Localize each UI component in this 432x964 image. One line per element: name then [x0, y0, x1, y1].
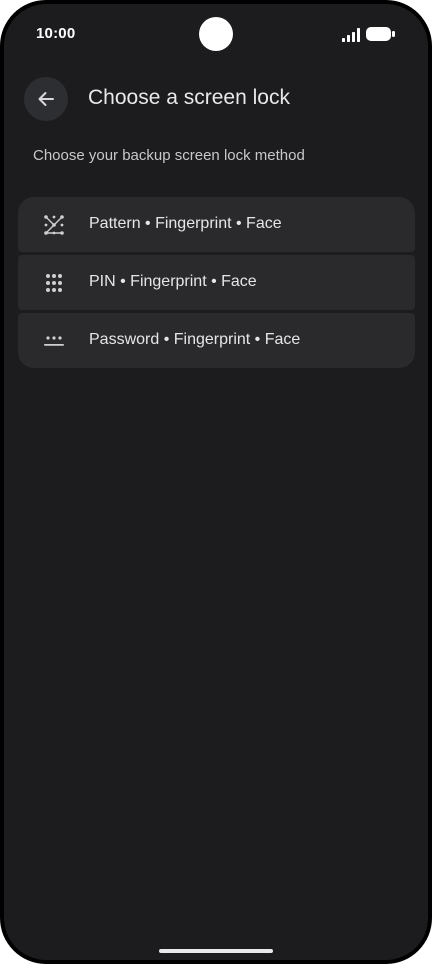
home-indicator[interactable]	[159, 949, 273, 953]
camera-cutout	[199, 17, 233, 51]
pattern-icon	[44, 215, 64, 235]
status-bar: 10:00	[4, 4, 428, 64]
battery-full-icon	[366, 27, 395, 41]
cellular-signal-icon	[342, 28, 360, 42]
option-pin-label: PIN • Fingerprint • Face	[89, 273, 257, 290]
phone-frame: 10:00 Choose a screen lock Choose your b…	[0, 0, 432, 964]
option-pattern[interactable]: Pattern • Fingerprint • Face	[18, 197, 415, 252]
page-subtitle: Choose your backup screen lock method	[33, 147, 305, 164]
arrow-left-icon	[38, 92, 54, 106]
screen-lock-options: Pattern • Fingerprint • Face PIN • Finge…	[18, 197, 415, 371]
screen: 10:00 Choose a screen lock Choose your b…	[4, 4, 428, 960]
back-button[interactable]	[24, 77, 68, 121]
option-pattern-label: Pattern • Fingerprint • Face	[89, 215, 282, 232]
option-password-label: Password • Fingerprint • Face	[89, 331, 301, 348]
status-time: 10:00	[36, 25, 76, 42]
page-title: Choose a screen lock	[88, 86, 290, 109]
option-password[interactable]: Password • Fingerprint • Face	[18, 313, 415, 368]
password-icon	[44, 336, 64, 346]
option-pin[interactable]: PIN • Fingerprint • Face	[18, 255, 415, 310]
pin-keypad-icon	[46, 274, 62, 292]
